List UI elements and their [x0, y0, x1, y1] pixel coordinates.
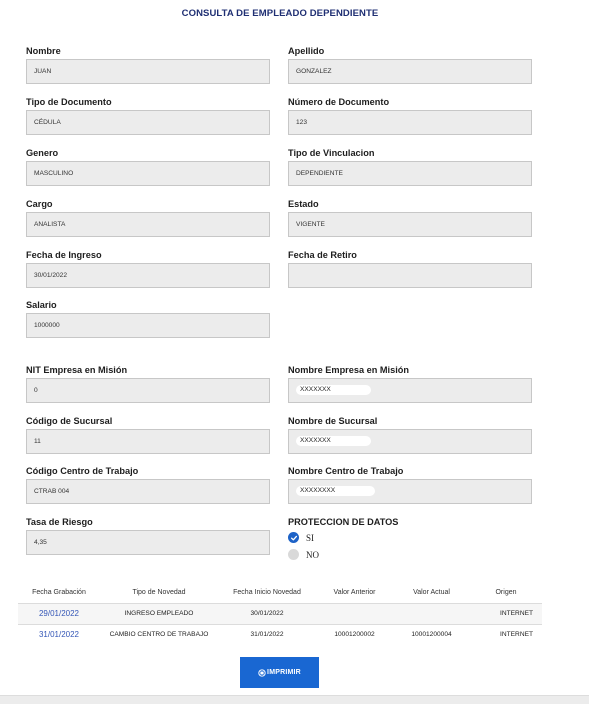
field-nombre: Nombre JUAN — [26, 45, 270, 84]
label-codigo-centro: Código Centro de Trabajo — [26, 466, 139, 476]
field-nombre-sucursal: Nombre de Sucursal XXXXXXX — [288, 415, 532, 454]
print-button[interactable]: IMPRIMIR — [240, 657, 319, 688]
field-codigo-centro: Código Centro de Trabajo CTRAB 004 — [26, 465, 270, 504]
label-nombre-centro: Nombre Centro de Trabajo — [288, 466, 404, 476]
input-salario[interactable]: 1000000 — [26, 313, 270, 338]
field-tipo-documento: Tipo de Documento CÉDULA — [26, 96, 270, 135]
proteccion-datos-group: PROTECCION DE DATOS — [288, 516, 532, 530]
field-apellido: Apellido GONZALEZ — [288, 45, 532, 84]
footer-bar — [0, 695, 589, 704]
input-fecha-ingreso[interactable]: 30/01/2022 — [26, 263, 270, 288]
cell-valor-anterior — [316, 602, 393, 624]
cell-fecha-inicio: 31/01/2022 — [218, 623, 316, 645]
label-numero-documento: Número de Documento — [288, 97, 390, 107]
label-estado: Estado — [288, 199, 319, 209]
cell-valor-anterior: 10001200002 — [316, 623, 393, 645]
input-codigo-sucursal[interactable]: 11 — [26, 429, 270, 454]
field-nit-empresa: NIT Empresa en Misión 0 — [26, 364, 270, 403]
input-nit-empresa[interactable]: 0 — [26, 378, 270, 403]
input-fecha-retiro[interactable] — [288, 263, 532, 288]
col-header-fecha-inicio: Fecha Inicio Novedad — [233, 589, 301, 597]
label-fecha-ingreso: Fecha de Ingreso — [26, 250, 102, 260]
field-tipo-vinculacion: Tipo de Vinculacion DEPENDIENTE — [288, 147, 532, 186]
field-fecha-retiro: Fecha de Retiro — [288, 249, 532, 288]
input-genero[interactable]: MASCULINO — [26, 161, 270, 186]
cell-valor-actual — [393, 602, 470, 624]
cell-tipo-novedad: CAMBIO CENTRO DE TRABAJO — [100, 623, 218, 645]
print-icon — [258, 668, 266, 677]
input-nombre-empresa[interactable]: XXXXXXX — [288, 378, 532, 403]
label-cargo: Cargo — [26, 199, 53, 209]
table-row: 29/01/2022 INGRESO EMPLEADO 30/01/2022 I… — [18, 602, 542, 624]
radio-checked-icon[interactable] — [288, 532, 299, 543]
cell-tipo-novedad: INGRESO EMPLEADO — [100, 602, 218, 624]
label-tipo-vinculacion: Tipo de Vinculacion — [288, 148, 375, 158]
label-nit-empresa: NIT Empresa en Misión — [26, 365, 128, 375]
col-header-valor-anterior: Valor Anterior — [333, 589, 376, 597]
input-cargo[interactable]: ANALISTA — [26, 212, 270, 237]
table-header-row: Fecha Grabación Tipo de Novedad Fecha In… — [18, 583, 542, 603]
input-nombre-centro[interactable]: XXXXXXXX — [288, 479, 532, 504]
label-salario: Salario — [26, 300, 57, 310]
radio-unchecked-icon[interactable] — [288, 549, 299, 560]
page-title: CONSULTA DE EMPLEADO DEPENDIENTE — [181, 8, 379, 19]
label-tasa-riesgo: Tasa de Riesgo — [26, 517, 93, 527]
col-header-fecha-grabacion: Fecha Grabación — [32, 589, 86, 597]
input-numero-documento[interactable]: 123 — [288, 110, 532, 135]
field-numero-documento: Número de Documento 123 — [288, 96, 532, 135]
input-codigo-centro[interactable]: CTRAB 004 — [26, 479, 270, 504]
input-tipo-vinculacion[interactable]: DEPENDIENTE — [288, 161, 532, 186]
redacted-value: XXXXXXXX — [296, 486, 376, 497]
radio-no-label: NO — [306, 549, 319, 560]
col-header-origen: Origen — [495, 589, 517, 597]
input-nombre-sucursal[interactable]: XXXXXXX — [288, 429, 532, 454]
field-genero: Genero MASCULINO — [26, 147, 270, 186]
field-salario: Salario 1000000 — [26, 299, 270, 338]
label-proteccion-datos: PROTECCION DE DATOS — [288, 517, 399, 527]
field-fecha-ingreso: Fecha de Ingreso 30/01/2022 — [26, 249, 270, 288]
field-cargo: Cargo ANALISTA — [26, 198, 270, 237]
history-table: Fecha Grabación Tipo de Novedad Fecha In… — [18, 583, 542, 645]
radio-no[interactable]: NO — [288, 549, 319, 560]
print-button-label: IMPRIMIR — [267, 669, 301, 676]
input-estado[interactable]: VIGENTE — [288, 212, 532, 237]
label-tipo-documento: Tipo de Documento — [26, 97, 112, 107]
field-estado: Estado VIGENTE — [288, 198, 532, 237]
input-apellido[interactable]: GONZALEZ — [288, 59, 532, 84]
redacted-value: XXXXXXX — [296, 385, 371, 396]
field-tasa-riesgo: Tasa de Riesgo 4,35 — [26, 516, 270, 555]
field-nombre-centro: Nombre Centro de Trabajo XXXXXXXX — [288, 465, 532, 504]
label-nombre: Nombre — [26, 46, 61, 56]
label-codigo-sucursal: Código de Sucursal — [26, 416, 113, 426]
cell-origen: INTERNET — [470, 602, 542, 624]
col-header-tipo-novedad: Tipo de Novedad — [132, 589, 186, 597]
cell-fecha-grabacion-link[interactable]: 31/01/2022 — [18, 623, 100, 645]
input-tipo-documento[interactable]: CÉDULA — [26, 110, 270, 135]
input-nombre[interactable]: JUAN — [26, 59, 270, 84]
label-fecha-retiro: Fecha de Retiro — [288, 250, 357, 260]
col-header-valor-actual: Valor Actual — [413, 589, 450, 597]
radio-si[interactable]: SI — [288, 532, 314, 543]
label-nombre-empresa: Nombre Empresa en Misión — [288, 365, 409, 375]
cell-fecha-grabacion-link[interactable]: 29/01/2022 — [18, 602, 100, 624]
input-tasa-riesgo[interactable]: 4,35 — [26, 530, 270, 555]
cell-origen: INTERNET — [470, 623, 542, 645]
redacted-value: XXXXXXX — [296, 436, 371, 447]
field-codigo-sucursal: Código de Sucursal 11 — [26, 415, 270, 454]
cell-fecha-inicio: 30/01/2022 — [218, 602, 316, 624]
label-nombre-sucursal: Nombre de Sucursal — [288, 416, 378, 426]
cell-valor-actual: 10001200004 — [393, 623, 470, 645]
label-apellido: Apellido — [288, 46, 325, 56]
field-nombre-empresa: Nombre Empresa en Misión XXXXXXX — [288, 364, 532, 403]
radio-si-label: SI — [306, 532, 315, 543]
table-row: 31/01/2022 CAMBIO CENTRO DE TRABAJO 31/0… — [18, 623, 542, 645]
label-genero: Genero — [26, 148, 59, 158]
